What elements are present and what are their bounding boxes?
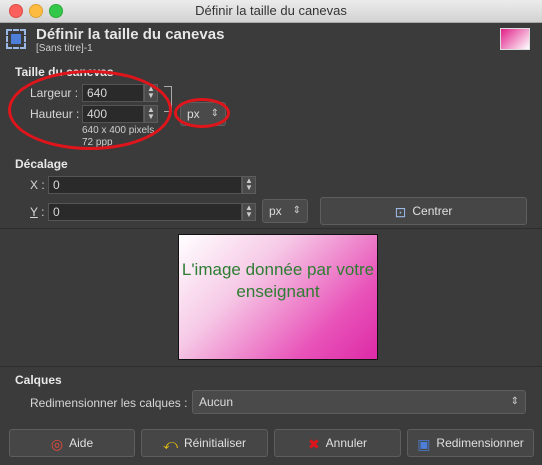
image-name: [Sans titre]-1 <box>36 43 93 54</box>
x-offset-input[interactable]: 0 <box>48 176 242 194</box>
cancel-icon: ✖ <box>307 435 320 452</box>
window-title: Définir la taille du canevas <box>195 3 347 18</box>
chevron-updown-icon: ⇕ <box>292 205 301 216</box>
resize-button[interactable]: ▣ Redimensionner <box>407 429 534 457</box>
resize-layers-label: Redimensionner les calques : <box>30 396 188 410</box>
center-button-label: Centrer <box>412 204 453 218</box>
canvas-preview[interactable]: L'image donnée par votre enseignant <box>178 234 378 360</box>
dialog-header: Définir la taille du canevas [Sans titre… <box>0 23 542 59</box>
canvas-size-icon: ▣ <box>417 435 431 452</box>
help-button-label: Aide <box>69 436 94 450</box>
y-offset-spinner[interactable]: ▲ ▼ <box>242 203 256 221</box>
annotation-circle-unit <box>174 98 230 128</box>
reset-icon: ⤺ <box>163 435 178 452</box>
maximize-window-button[interactable] <box>49 4 63 18</box>
y-offset-input[interactable]: 0 <box>48 203 242 221</box>
layers-section-title: Calques <box>15 373 62 387</box>
reset-button[interactable]: ⤺ Réinitialiser <box>141 429 268 457</box>
offset-unit-select[interactable]: px ⇕ <box>262 199 308 223</box>
dialog-title: Définir la taille du canevas <box>36 26 225 43</box>
divider <box>0 228 542 229</box>
offset-unit-value: px <box>269 204 282 218</box>
canvas-size-icon <box>6 29 26 49</box>
x-label: X : <box>30 178 45 192</box>
annotation-circle-size <box>8 70 172 150</box>
window-titlebar: Définir la taille du canevas <box>0 0 542 23</box>
reset-button-label: Réinitialiser <box>183 436 246 450</box>
chevron-updown-icon: ⇕ <box>510 396 519 407</box>
cancel-button-label: Annuler <box>325 436 368 450</box>
cancel-button[interactable]: ✖ Annuler <box>274 429 401 457</box>
image-thumbnail <box>500 28 530 50</box>
y-label: Y : <box>30 205 45 219</box>
offset-section-title: Décalage <box>15 157 68 171</box>
x-offset-spinner[interactable]: ▲ ▼ <box>242 176 256 194</box>
minimize-window-button[interactable] <box>29 4 43 18</box>
divider <box>0 366 542 367</box>
center-button[interactable]: ⊡ Centrer <box>320 197 527 225</box>
resize-button-label: Redimensionner <box>436 436 524 450</box>
help-icon: ◎ <box>50 435 64 452</box>
close-window-button[interactable] <box>9 4 23 18</box>
center-icon: ⊡ <box>394 203 407 220</box>
preview-text: L'image donnée par votre enseignant <box>181 260 375 301</box>
resize-layers-select[interactable]: Aucun ⇕ <box>192 390 526 414</box>
help-button[interactable]: ◎ Aide <box>9 429 135 457</box>
resize-layers-value: Aucun <box>199 395 234 409</box>
